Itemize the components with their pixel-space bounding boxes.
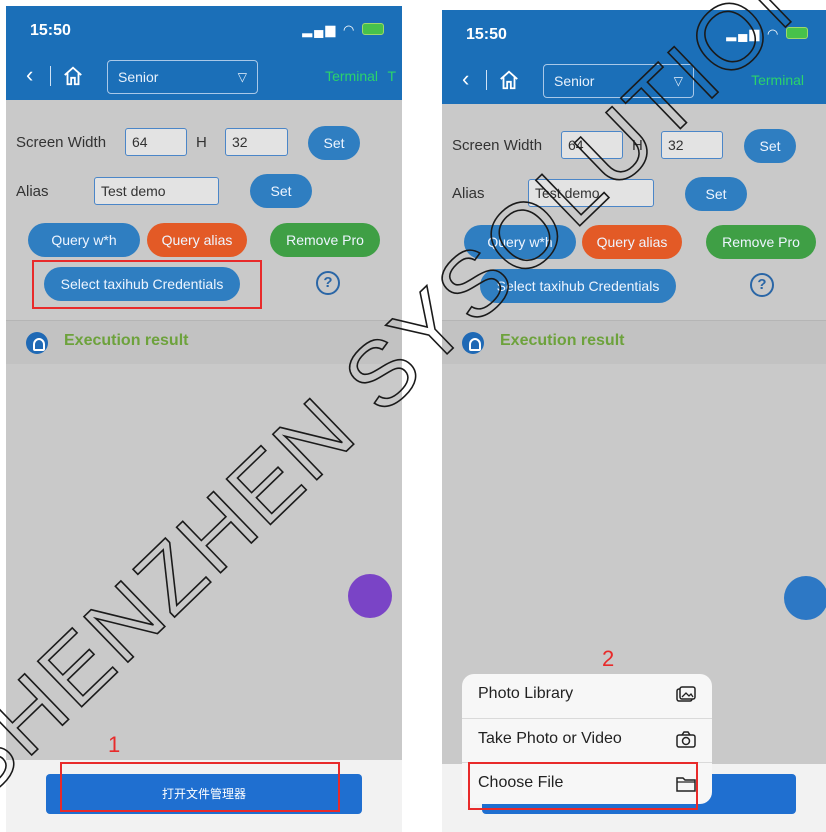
nav-divider [486,70,487,90]
query-wh-button[interactable]: Query w*h [464,225,576,259]
home-icon[interactable] [62,65,84,87]
screen-width-label: Screen Width [452,137,543,154]
phone-screen-step-2: 15:50 ▂▄▆ ◠ ‹ Senior ▽ Terminal Screen W… [442,6,826,832]
execution-result-label: Execution result [64,332,189,349]
battery-icon [786,27,808,39]
remove-pro-button[interactable]: Remove Pro [270,223,380,257]
status-icons: ▂▄▆ ◠ [726,26,808,42]
alias-input[interactable]: Test demo [94,177,219,205]
phone-screen-step-1: 15:50 ▂▄▆ ◠ ‹ Senior ▽ Terminal T Screen… [6,6,402,832]
content-area: Screen Width 64 H 32 Set Alias Test demo… [442,104,826,764]
query-wh-button[interactable]: Query w*h [28,223,140,257]
photo-library-label: Photo Library [478,685,574,702]
alias-label: Alias [452,185,485,202]
select-credentials-button[interactable]: Select taxihub Credentials [480,269,676,303]
status-icons: ▂▄▆ ◠ [302,22,384,38]
step-number-2: 2 [602,646,615,671]
result-icon [462,332,484,354]
floating-assistant-button[interactable] [784,576,826,620]
set-size-button[interactable]: Set [308,126,360,160]
execution-result-header: Execution result [6,320,402,364]
screen-width-label: Screen Width [16,134,107,151]
back-icon[interactable]: ‹ [462,66,469,92]
wifi-icon: ◠ [767,26,781,41]
signal-icon: ▂▄▆ [726,26,762,41]
step-number-1: 1 [108,732,121,757]
photo-library-option[interactable]: Photo Library [462,674,712,718]
height-label: H [632,137,643,154]
nav-bar: ‹ Senior ▽ Terminal T [6,54,402,100]
terminal-tab-edge: T [387,68,396,84]
set-alias-button[interactable]: Set [685,177,747,211]
camera-icon [676,731,696,748]
battery-icon [362,23,384,35]
alias-label: Alias [16,183,49,200]
status-time: 15:50 [30,22,71,39]
signal-icon: ▂▄▆ [302,22,338,37]
take-photo-option[interactable]: Take Photo or Video [462,718,712,762]
alias-input[interactable]: Test demo [528,179,654,207]
remove-pro-button[interactable]: Remove Pro [706,225,816,259]
height-input[interactable]: 32 [661,131,723,159]
mode-select[interactable]: Senior ▽ [107,60,258,94]
tutorial-screenshot: 15:50 ▂▄▆ ◠ ‹ Senior ▽ Terminal T Screen… [0,0,826,832]
nav-bar: ‹ Senior ▽ Terminal [442,58,826,104]
result-icon [26,332,48,354]
mode-select[interactable]: Senior ▽ [543,64,694,98]
mode-select-value: Senior [554,73,595,89]
terminal-tab[interactable]: Terminal [325,68,378,84]
query-alias-button[interactable]: Query alias [147,223,247,257]
status-bar: 15:50 ▂▄▆ ◠ [6,6,402,54]
nav-divider [50,66,51,86]
highlight-open-file-manager [60,762,340,812]
take-photo-label: Take Photo or Video [478,730,622,747]
mode-select-value: Senior [118,69,159,85]
status-time: 15:50 [466,26,507,43]
floating-assistant-button[interactable] [348,574,392,618]
query-alias-button[interactable]: Query alias [582,225,682,259]
width-input[interactable]: 64 [125,128,187,156]
wifi-icon: ◠ [343,22,357,37]
highlight-choose-file [468,762,698,810]
help-icon[interactable]: ? [750,273,774,297]
width-input[interactable]: 64 [561,131,623,159]
set-size-button[interactable]: Set [744,129,796,163]
content-area: Screen Width 64 H 32 Set Alias Test demo… [6,100,402,760]
execution-result-header: Execution result [442,320,826,364]
set-alias-button[interactable]: Set [250,174,312,208]
status-bar: 15:50 ▂▄▆ ◠ [442,10,826,58]
back-icon[interactable]: ‹ [26,62,33,88]
chevron-down-icon: ▽ [237,70,247,84]
home-icon[interactable] [498,69,520,91]
chevron-down-icon: ▽ [673,74,683,88]
height-input[interactable]: 32 [225,128,288,156]
execution-result-label: Execution result [500,332,625,349]
help-icon[interactable]: ? [316,271,340,295]
terminal-tab[interactable]: Terminal [751,72,804,88]
photo-library-icon [676,686,696,702]
highlight-select-credentials [32,260,262,309]
height-label: H [196,134,207,151]
